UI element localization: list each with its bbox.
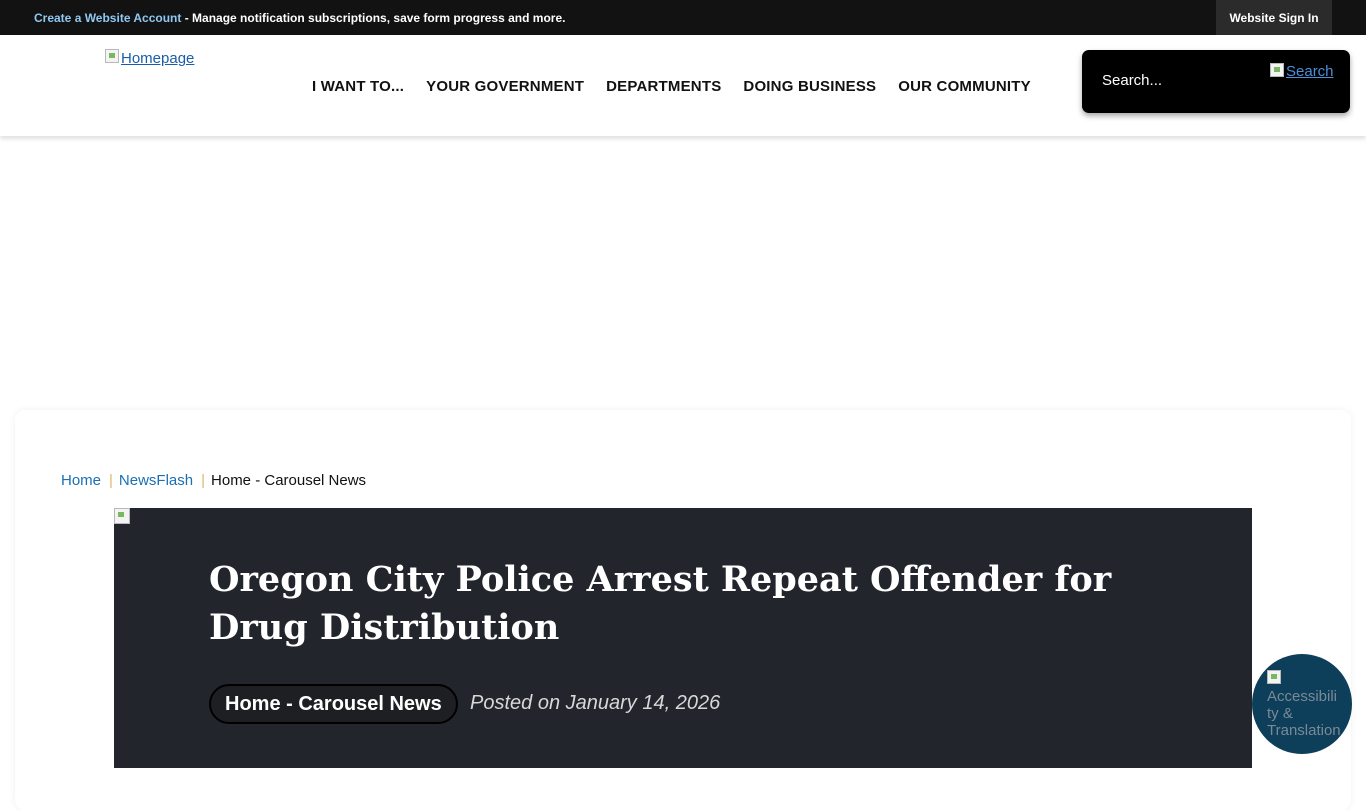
breadcrumb: Home | NewsFlash | Home - Carousel News — [61, 472, 366, 489]
broken-image-icon — [1267, 670, 1281, 684]
search-input[interactable] — [1102, 72, 1252, 89]
article-banner: Oregon City Police Arrest Repeat Offende… — [114, 508, 1252, 768]
create-account-link[interactable]: Create a Website Account — [34, 11, 181, 25]
top-utility-bar: Create a Website Account - Manage notifi… — [0, 0, 1366, 35]
category-badge[interactable]: Home - Carousel News — [209, 684, 458, 724]
account-promo-text: - Manage notification subscriptions, sav… — [181, 11, 566, 25]
breadcrumb-separator: | — [201, 472, 206, 489]
nav-i-want-to[interactable]: I WANT TO... — [312, 78, 404, 95]
broken-image-icon — [114, 508, 130, 524]
nav-departments[interactable]: DEPARTMENTS — [606, 78, 721, 95]
search-button-alt: Search — [1286, 63, 1334, 80]
nav-our-community[interactable]: OUR COMMUNITY — [898, 78, 1031, 95]
nav-your-government[interactable]: YOUR GOVERNMENT — [426, 78, 584, 95]
site-header: Homepage I WANT TO... YOUR GOVERNMENT DE… — [0, 35, 1366, 136]
breadcrumb-separator: | — [109, 472, 113, 489]
search-button[interactable]: Search — [1270, 63, 1334, 80]
search-box: Search — [1082, 50, 1350, 113]
article-title: Oregon City Police Arrest Repeat Offende… — [209, 559, 1112, 648]
breadcrumb-newsflash[interactable]: NewsFlash — [119, 472, 193, 489]
posted-date: Posted on January 14, 2026 — [470, 692, 721, 714]
broken-image-icon — [1270, 63, 1284, 77]
accessibility-icon: Accessibility & Translation — [1267, 670, 1341, 739]
main-navigation: I WANT TO... YOUR GOVERNMENT DEPARTMENTS… — [312, 78, 1053, 95]
logo-alt-text: Homepage — [121, 50, 195, 67]
accessibility-widget-button[interactable]: Accessibility & Translation — [1252, 654, 1352, 754]
accessibility-alt-text: Accessibility & Translation — [1267, 688, 1341, 739]
homepage-logo-link[interactable]: Homepage — [105, 49, 194, 67]
breadcrumb-current: Home - Carousel News — [211, 472, 367, 489]
broken-image-icon — [105, 49, 119, 63]
sign-in-button[interactable]: Website Sign In — [1216, 0, 1332, 35]
breadcrumb-home[interactable]: Home — [61, 472, 101, 489]
account-promo: Create a Website Account - Manage notifi… — [34, 11, 565, 25]
nav-doing-business[interactable]: DOING BUSINESS — [743, 78, 876, 95]
